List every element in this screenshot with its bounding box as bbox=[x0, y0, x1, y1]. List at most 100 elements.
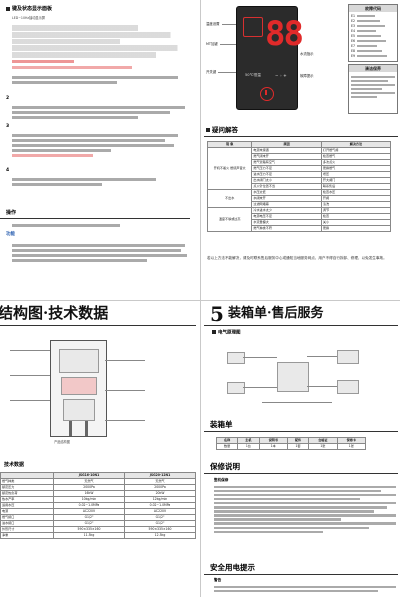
red-highlight-line bbox=[12, 66, 132, 69]
wire bbox=[243, 357, 277, 358]
callout-line bbox=[10, 375, 50, 376]
fault-code: E9 bbox=[351, 53, 356, 58]
component bbox=[227, 382, 245, 394]
faq-rule bbox=[204, 136, 398, 137]
faq-phenomenon: 开机不着火 燃烧声音大 bbox=[206, 147, 253, 190]
wire bbox=[243, 387, 277, 388]
power-icon bbox=[265, 90, 267, 95]
callout-water-flow: 水流指示 bbox=[300, 52, 314, 56]
page-divider-horizontal bbox=[0, 300, 400, 301]
fault-code: E8 bbox=[351, 48, 356, 53]
title-rule bbox=[204, 473, 398, 474]
power-button[interactable] bbox=[260, 87, 274, 101]
structure-caption: 产品结构图 bbox=[54, 440, 70, 444]
fault-code: E2 bbox=[351, 18, 356, 23]
tech-cell: 净重 bbox=[0, 532, 54, 539]
packing-cell: 数量 bbox=[215, 443, 239, 450]
callout-line bbox=[10, 400, 50, 401]
faq-footnote: 若以上方法不能解决，请及时联系售后服务中心或通知当地服务网点，用户不得自行拆卸、… bbox=[207, 256, 387, 260]
led-display: 88 bbox=[243, 17, 304, 67]
packing-cell: 1张 bbox=[308, 443, 338, 450]
title-rule bbox=[204, 574, 398, 575]
component bbox=[227, 352, 245, 364]
minus-plus-buttons[interactable]: − ◦ + bbox=[275, 73, 287, 78]
heat-exchanger bbox=[59, 349, 99, 373]
component bbox=[337, 380, 359, 394]
top-left-text-block bbox=[12, 24, 192, 59]
elec-title: 电气原理图 bbox=[218, 330, 241, 336]
subsection-heading: 3 bbox=[6, 124, 10, 129]
control-board bbox=[277, 362, 309, 392]
page-divider-vertical bbox=[200, 0, 201, 597]
panel-section-title: 键及状态显示面板 bbox=[12, 6, 53, 12]
callout-line bbox=[218, 72, 236, 73]
callout-power: 开关键 bbox=[206, 70, 217, 74]
wire bbox=[307, 356, 337, 357]
faq-table: 现 象 原因 解决方法 开机不着火 燃烧声音大 电源未接通 打开燃气阀 燃气阀未开 检查… bbox=[206, 141, 392, 232]
tech-data-heading: 技术数据 bbox=[4, 462, 25, 468]
tech-cell: 12.5kg bbox=[124, 532, 196, 539]
packing-cell: 1本 bbox=[258, 443, 288, 450]
section-number: 5 bbox=[210, 302, 224, 326]
text-block-6 bbox=[12, 222, 192, 229]
title-rule bbox=[204, 325, 398, 326]
flame-icon bbox=[243, 17, 263, 37]
callout-mt-key: MT加键 bbox=[206, 42, 218, 46]
tech-row: 净重 11.5kg 12.5kg bbox=[0, 532, 196, 539]
packing-row: 数量 1台 1本 1套 1张 1张 bbox=[215, 443, 367, 450]
temp-label: 50℃恒温 bbox=[245, 73, 261, 77]
safety-text bbox=[214, 584, 396, 594]
safety-title: 安全用电提示 bbox=[210, 563, 255, 572]
operation-heading: 操作 bbox=[6, 210, 16, 216]
subsection-heading: 2 bbox=[6, 96, 10, 101]
control-panel: 88 50℃恒温 − ◦ + bbox=[236, 6, 304, 110]
fault-code: E3 bbox=[351, 23, 356, 28]
wire bbox=[307, 386, 337, 387]
faq-solution: 更换 bbox=[320, 225, 392, 232]
callout-line bbox=[220, 44, 236, 45]
care-title: 清洁保养 bbox=[349, 65, 397, 72]
tech-cell: 11.5kg bbox=[53, 532, 125, 539]
fault-code-box: 故障代码 E1 E2 E3 E4 E5 E6 E7 E8 E9 bbox=[348, 4, 398, 62]
pipe bbox=[85, 421, 88, 436]
callout-temp-set: 温度设置 bbox=[206, 22, 220, 26]
text-block-4 bbox=[12, 132, 192, 159]
title-rule bbox=[0, 325, 196, 326]
callout-line bbox=[105, 420, 145, 421]
warranty-title: 保修说明 bbox=[210, 462, 240, 471]
packing-table: 名称 主机 说明书 配件 合格证 保修卡 数量 1台 1本 1套 1张 1张 bbox=[215, 437, 367, 450]
warranty-text bbox=[214, 484, 396, 535]
blue-note: 功能 bbox=[6, 232, 15, 237]
square-bullet-icon bbox=[212, 330, 216, 334]
packing-cell: 1台 bbox=[237, 443, 260, 450]
packing-title: 装箱单 bbox=[210, 420, 233, 429]
faq-title: 疑问解答 bbox=[212, 126, 238, 134]
packing-cell: 1套 bbox=[286, 443, 310, 450]
fault-code: E1 bbox=[351, 13, 356, 18]
callout-line bbox=[222, 24, 236, 25]
fault-code-item: E9 bbox=[351, 53, 395, 58]
subsection-heading: 4 bbox=[6, 168, 10, 173]
burner bbox=[61, 377, 97, 395]
faq-heading: 疑问解答 bbox=[206, 126, 238, 134]
square-bullet-icon bbox=[6, 6, 10, 11]
warranty-sub: 整机保修 bbox=[214, 478, 229, 482]
structure-title: 结构图·技术数据 bbox=[0, 304, 109, 322]
text-block-5 bbox=[12, 176, 192, 188]
callout-line bbox=[105, 390, 145, 391]
square-bullet-icon bbox=[206, 128, 210, 132]
wire bbox=[262, 402, 332, 403]
packing-service-title: 装箱单·售后服务 bbox=[228, 306, 324, 321]
safety-sub: 警告 bbox=[214, 578, 222, 582]
fault-code: E4 bbox=[351, 28, 356, 33]
heater-structure-diagram bbox=[50, 340, 107, 437]
heading-rule bbox=[0, 218, 190, 219]
callout-fault: 故障提示 bbox=[300, 74, 314, 78]
gas-valve bbox=[63, 399, 95, 421]
care-box: 清洁保养 bbox=[348, 64, 398, 114]
callout-line bbox=[105, 360, 145, 361]
faq-phenomenon: 温度不够或过高 bbox=[206, 207, 253, 232]
text-block-2 bbox=[12, 74, 187, 86]
operation-title: 操作 bbox=[6, 210, 17, 216]
panel-subtitle: LED~10Hz抽动显示屏 bbox=[12, 16, 45, 20]
